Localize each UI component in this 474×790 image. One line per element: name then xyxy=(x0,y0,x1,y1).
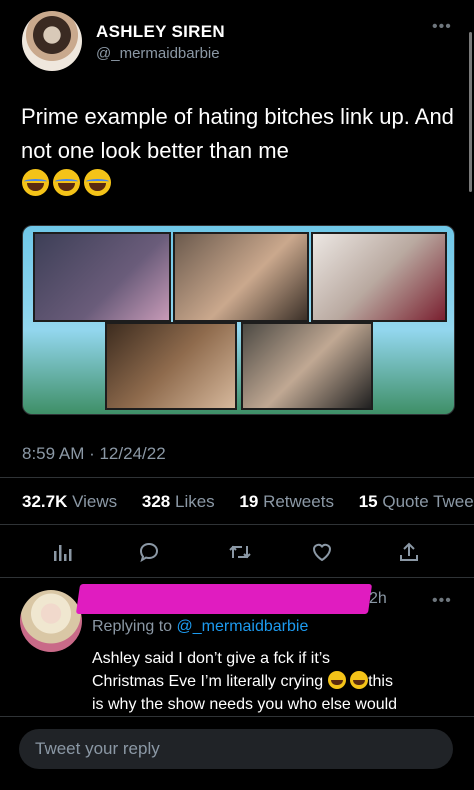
joy-emoji-icon xyxy=(22,169,49,196)
tweet-media-image[interactable] xyxy=(22,225,455,415)
tweet-text: Prime example of hating bitches link up.… xyxy=(21,104,454,163)
views-stat[interactable]: 32.7K Views xyxy=(22,492,127,511)
retweet-icon[interactable] xyxy=(226,538,254,566)
retweets-stat[interactable]: 19 Retweets xyxy=(239,492,344,511)
joy-emoji-icon xyxy=(53,169,80,196)
divider xyxy=(0,477,474,478)
video-tile xyxy=(33,232,171,322)
author-avatar[interactable] xyxy=(22,11,82,71)
reply-text: Ashley said I don’t give a fck if it’s C… xyxy=(92,650,398,713)
more-options-icon[interactable]: ••• xyxy=(432,592,452,610)
scrollbar[interactable] xyxy=(469,32,472,192)
quotes-stat[interactable]: 15 Quote Tweets xyxy=(359,492,474,511)
more-options-icon[interactable]: ••• xyxy=(432,18,452,36)
reply-input[interactable] xyxy=(19,729,453,769)
author-handle[interactable]: @_mermaidbarbie xyxy=(96,45,220,62)
mention-link[interactable]: @_mermaidbarbie xyxy=(177,618,309,635)
reply-time: 2h xyxy=(369,590,387,607)
divider xyxy=(0,577,474,578)
share-icon[interactable] xyxy=(395,538,423,566)
video-tile xyxy=(105,322,237,410)
tweet-emojis xyxy=(22,169,111,196)
like-icon[interactable] xyxy=(308,538,336,566)
replying-to: Replying to @_mermaidbarbie xyxy=(92,618,309,635)
tweet-timestamp[interactable]: 8:59 AM · 12/24/22 xyxy=(22,444,166,464)
joy-emoji-icon xyxy=(350,671,369,689)
video-tile xyxy=(173,232,309,322)
likes-stat[interactable]: 328 Likes xyxy=(142,492,225,511)
crying-emoji-icon xyxy=(327,671,346,689)
divider xyxy=(0,524,474,525)
redaction-mark xyxy=(75,584,373,614)
reply-icon[interactable] xyxy=(135,538,163,566)
author-name[interactable]: ASHLEY SIREN xyxy=(96,22,225,42)
video-tile xyxy=(311,232,447,322)
joy-emoji-icon xyxy=(84,169,111,196)
video-tile xyxy=(241,322,373,410)
tweet-stats: 32.7K Views 328 Likes 19 Retweets 15 Quo… xyxy=(22,492,474,512)
reply-author-avatar[interactable] xyxy=(20,590,82,652)
analytics-icon[interactable] xyxy=(48,538,76,566)
